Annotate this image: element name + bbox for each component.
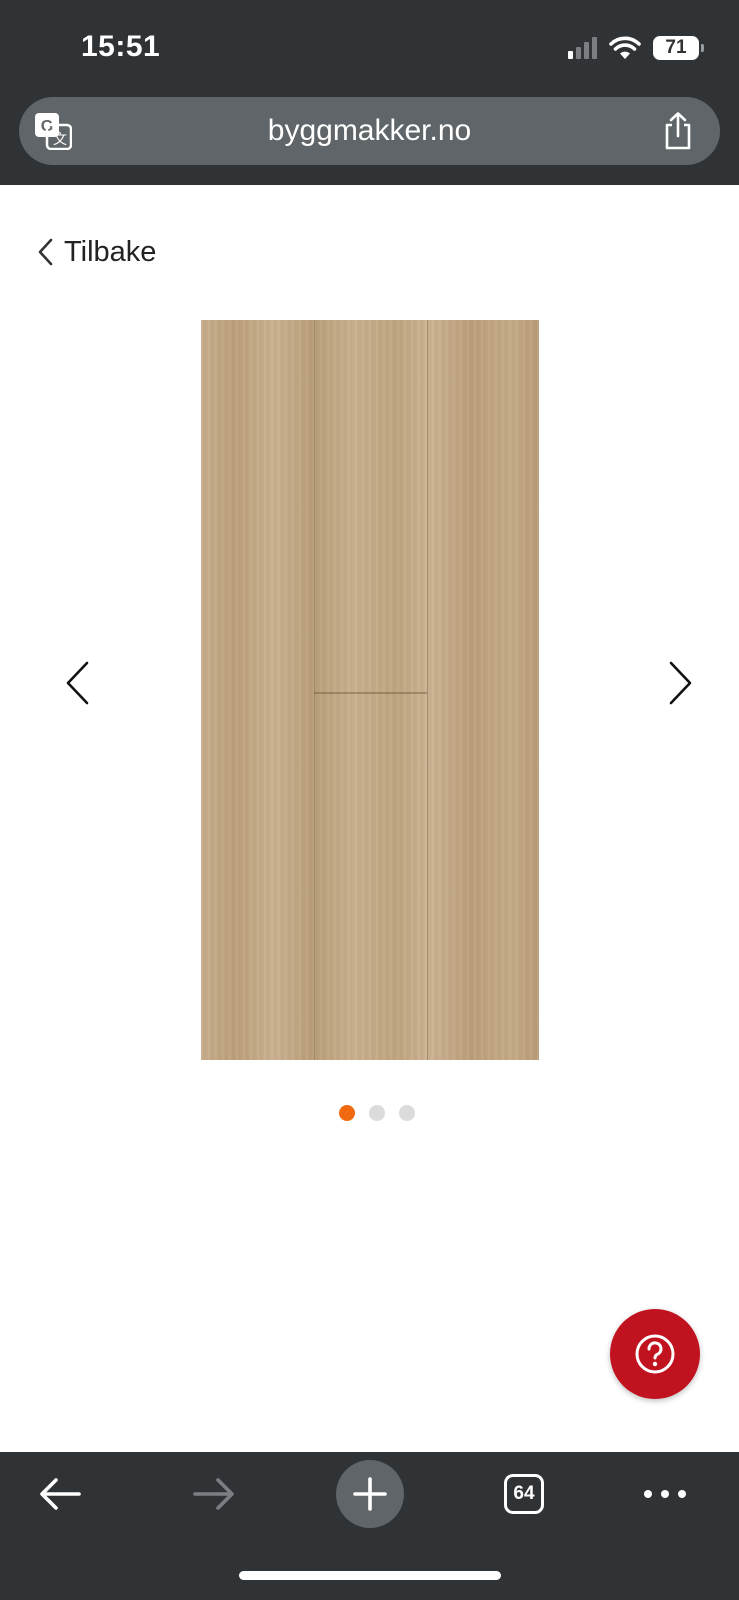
plank-seam bbox=[314, 692, 427, 694]
status-time: 15:51 bbox=[81, 30, 161, 63]
back-link[interactable]: Tilbake bbox=[36, 230, 156, 274]
more-menu-button[interactable] bbox=[640, 1452, 690, 1536]
plus-icon bbox=[336, 1460, 404, 1528]
battery-indicator: 71 bbox=[653, 36, 704, 60]
chevron-left-icon bbox=[38, 238, 53, 266]
product-image[interactable] bbox=[201, 320, 539, 1060]
carousel-dot-1[interactable] bbox=[339, 1105, 355, 1121]
back-button[interactable] bbox=[30, 1452, 90, 1536]
more-dots-icon bbox=[644, 1490, 686, 1498]
tabs-button[interactable]: 64 bbox=[500, 1452, 548, 1536]
carousel-next-button[interactable] bbox=[658, 655, 698, 711]
arrow-right-icon bbox=[193, 1478, 234, 1510]
arrow-left-icon bbox=[40, 1478, 81, 1510]
home-indicator[interactable] bbox=[239, 1571, 501, 1580]
chevron-right-icon bbox=[669, 661, 692, 705]
chevron-left-icon bbox=[66, 661, 89, 705]
help-button[interactable] bbox=[610, 1309, 700, 1399]
status-icons: 71 bbox=[568, 34, 704, 62]
wood-grain-texture bbox=[201, 320, 539, 1060]
browser-top-chrome: 15:51 71 G 文 byggmakker.no bbox=[0, 0, 739, 185]
new-tab-button[interactable] bbox=[335, 1452, 405, 1536]
question-icon bbox=[635, 1334, 675, 1374]
carousel-dot-2[interactable] bbox=[369, 1105, 385, 1121]
carousel-dot-3[interactable] bbox=[399, 1105, 415, 1121]
carousel-prev-button[interactable] bbox=[60, 655, 100, 711]
url-text[interactable]: byggmakker.no bbox=[19, 97, 720, 165]
share-icon[interactable] bbox=[662, 111, 694, 151]
plank-seam bbox=[314, 320, 315, 1060]
cellular-signal-icon bbox=[568, 37, 597, 59]
wifi-icon bbox=[609, 36, 641, 59]
tabs-count: 64 bbox=[504, 1474, 544, 1514]
back-label: Tilbake bbox=[64, 235, 157, 268]
plank-seam bbox=[427, 320, 428, 1060]
forward-button[interactable] bbox=[184, 1452, 244, 1536]
carousel-dots bbox=[339, 1105, 415, 1121]
url-bar[interactable]: G 文 byggmakker.no bbox=[19, 97, 720, 165]
